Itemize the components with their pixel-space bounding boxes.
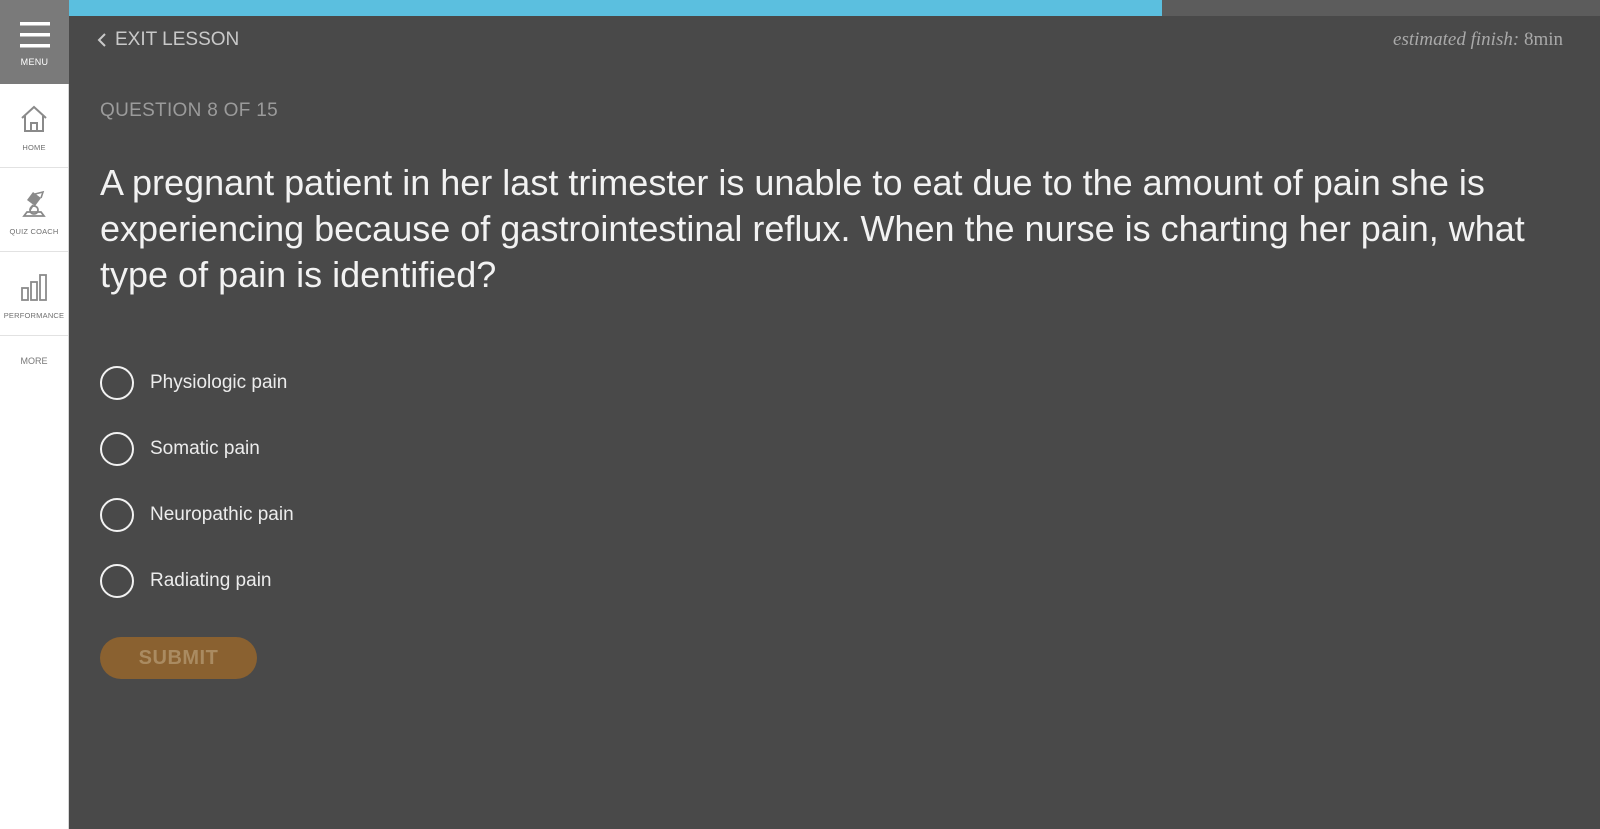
estimated-finish: estimated finish: 8min: [1393, 29, 1563, 51]
menu-label: MENU: [20, 57, 49, 67]
exit-lesson-link[interactable]: EXIT LESSON: [97, 29, 239, 51]
menu-button[interactable]: MENU: [0, 0, 69, 84]
estimated-finish-value: 8min: [1523, 29, 1563, 50]
radio-button[interactable]: [100, 564, 134, 598]
sidebar-item-label: HOME: [22, 143, 46, 152]
answer-option-label: Neuropathic pain: [150, 504, 294, 525]
sidebar-item-performance[interactable]: PERFORMANCE: [0, 252, 68, 336]
lesson-panel: EXIT LESSON estimated finish: 8min QUEST…: [69, 0, 1600, 829]
question-counter: QUESTION 8 OF 15: [100, 100, 278, 121]
exit-lesson-label: EXIT LESSON: [115, 29, 240, 50]
answer-option-label: Physiologic pain: [150, 372, 288, 393]
estimated-finish-label: estimated finish:: [1393, 29, 1520, 50]
answer-option-label: Somatic pain: [150, 438, 260, 459]
sidebar-item-home[interactable]: HOME: [0, 84, 68, 168]
sidebar-item-quiz-coach[interactable]: QUIZ COACH: [0, 168, 68, 252]
answer-option[interactable]: Neuropathic pain: [100, 495, 294, 535]
radio-button[interactable]: [100, 498, 134, 532]
lesson-progress-fill: [69, 0, 1163, 16]
answer-option[interactable]: Radiating pain: [100, 561, 294, 601]
chevron-left-icon: [97, 33, 106, 47]
bar-chart-icon: [21, 274, 47, 301]
hamburger-icon: [19, 22, 50, 48]
sidebar-item-label: PERFORMANCE: [3, 311, 65, 320]
radio-button[interactable]: [100, 432, 134, 466]
quiz-coach-icon: [22, 190, 46, 217]
lesson-progress-bar: [69, 0, 1600, 16]
home-icon: [21, 105, 47, 132]
answer-options: Physiologic pain Somatic pain Neuropathi…: [100, 363, 294, 627]
sidebar-item-label: QUIZ COACH: [9, 227, 59, 236]
answer-option[interactable]: Somatic pain: [100, 429, 294, 469]
more-link[interactable]: MORE: [0, 356, 68, 366]
question-text: A pregnant patient in her last trimester…: [100, 162, 1525, 295]
radio-button[interactable]: [100, 366, 134, 400]
answer-option-label: Radiating pain: [150, 570, 272, 591]
answer-option[interactable]: Physiologic pain: [100, 363, 294, 403]
submit-button[interactable]: SUBMIT: [100, 637, 257, 679]
sidebar: MENU HOME QUIZ COACH PERFORMANCE MORE: [0, 0, 69, 829]
